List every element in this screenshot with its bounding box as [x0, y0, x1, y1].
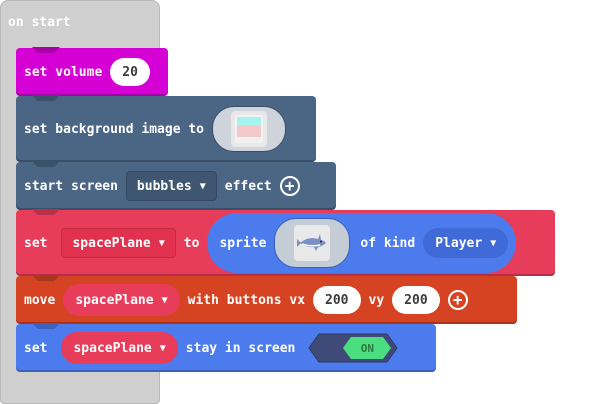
effect-label: effect	[224, 178, 272, 194]
effect-dropdown[interactable]: bubbles ▼	[125, 171, 217, 201]
background-image-thumbnail	[231, 111, 268, 147]
vx-input[interactable]: 200	[313, 286, 361, 314]
on-start-label: on start	[8, 15, 71, 30]
toggle-state-label: ON	[360, 341, 374, 355]
variable-dropdown[interactable]: spacePlane ▼	[61, 228, 176, 258]
sprite-label: sprite	[219, 235, 267, 251]
move-with-buttons-block[interactable]: move spacePlane ▼ with buttons vx 200 vy…	[16, 276, 517, 324]
stay-in-screen-block[interactable]: set spacePlane ▼ stay in screen ON	[16, 324, 436, 372]
set-background-image-block[interactable]: set background image to	[16, 96, 316, 162]
on-off-toggle[interactable]: ON	[307, 332, 399, 364]
variable-dropdown[interactable]: spacePlane ▼	[61, 332, 178, 364]
add-parameter-icon[interactable]: +	[279, 176, 300, 196]
start-screen-label: start screen	[24, 178, 118, 194]
volume-input[interactable]: 20	[110, 58, 150, 86]
with-buttons-vx-label: with buttons vx	[187, 292, 306, 308]
kind-dropdown-value: Player	[435, 235, 483, 251]
set-sprite-block[interactable]: set spacePlane ▼ to sprite of kind Playe…	[16, 210, 555, 276]
vy-label: vy	[368, 292, 385, 308]
set-label: set	[24, 340, 48, 356]
vy-input[interactable]: 200	[392, 286, 440, 314]
variable-dropdown-value: spacePlane	[73, 340, 152, 356]
sprite-image-picker[interactable]	[274, 218, 351, 268]
start-screen-effect-block[interactable]: start screen bubbles ▼ effect +	[16, 162, 336, 210]
chevron-down-icon: ▼	[159, 342, 166, 354]
add-parameter-icon[interactable]: +	[447, 290, 468, 310]
chevron-down-icon: ▼	[490, 237, 497, 249]
of-kind-label: of kind	[360, 235, 416, 251]
effect-dropdown-value: bubbles	[136, 178, 192, 194]
variable-dropdown[interactable]: spacePlane ▼	[63, 284, 180, 316]
kind-dropdown[interactable]: Player ▼	[423, 228, 509, 258]
variable-dropdown-value: spacePlane	[75, 292, 154, 308]
set-background-image-label: set background image to	[24, 121, 205, 137]
move-label: move	[24, 292, 56, 308]
set-volume-block[interactable]: set volume 20	[16, 48, 168, 96]
stay-in-screen-label: stay in screen	[185, 340, 296, 356]
set-label: set	[24, 235, 48, 251]
sprite-of-kind-block[interactable]: sprite of kind Player ▼	[207, 213, 517, 273]
to-label: to	[183, 235, 200, 251]
background-image-picker[interactable]	[212, 106, 287, 152]
chevron-down-icon: ▼	[161, 294, 168, 306]
shark-sprite-thumbnail	[294, 225, 331, 261]
chevron-down-icon: ▼	[199, 180, 206, 192]
set-volume-label: set volume	[24, 64, 103, 80]
variable-dropdown-value: spacePlane	[72, 235, 151, 251]
chevron-down-icon: ▼	[158, 237, 165, 249]
